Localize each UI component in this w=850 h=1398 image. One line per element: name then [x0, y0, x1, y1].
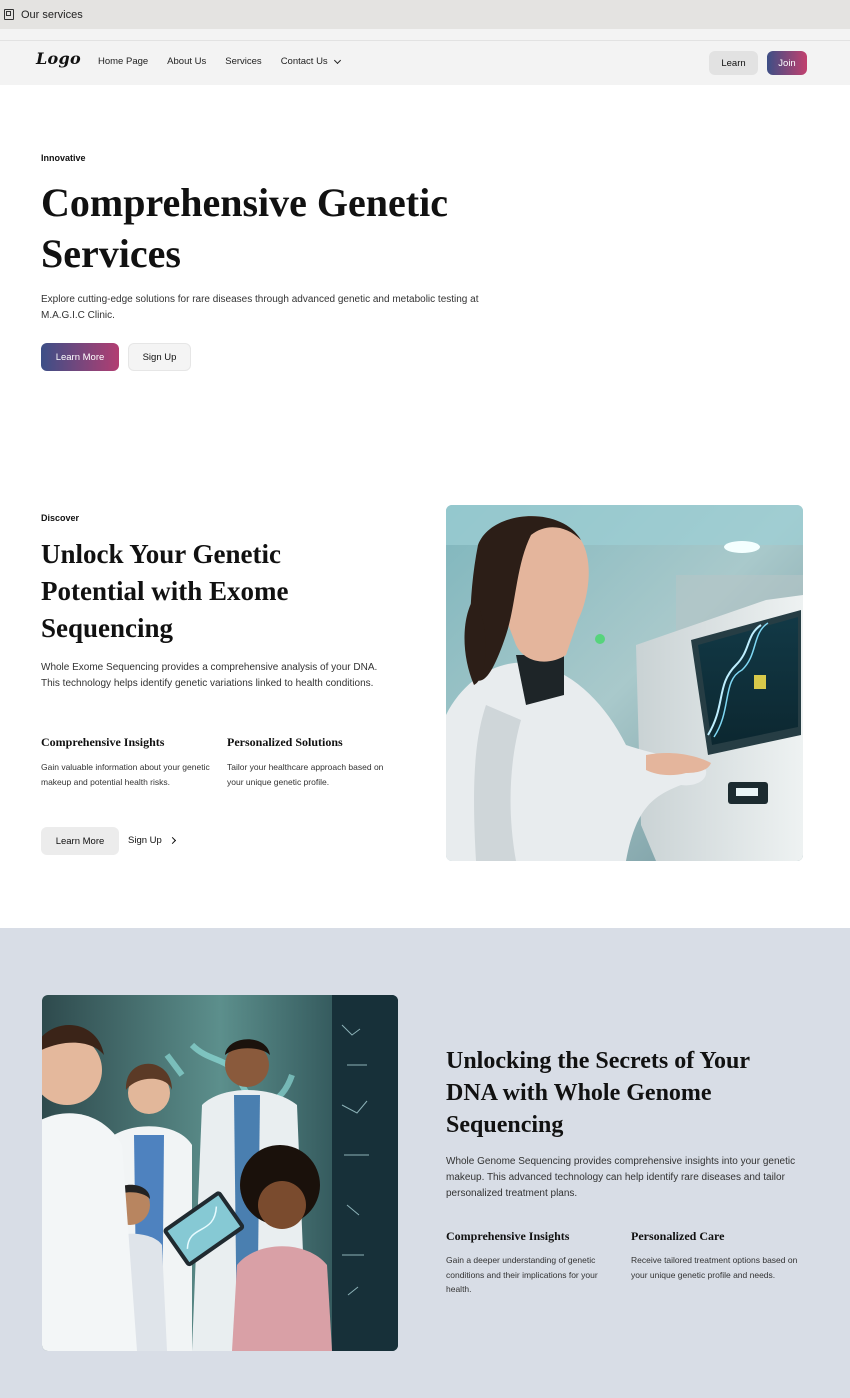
- scientist-illustration: [446, 505, 803, 861]
- site-navbar: Logo Home Page About Us Services Contact…: [0, 41, 850, 85]
- genome-title: Unlocking the Secrets of Your DNA with W…: [446, 1048, 750, 1138]
- chevron-right-icon: [168, 836, 176, 845]
- exome-description: Whole Exome Sequencing provides a compre…: [41, 662, 378, 689]
- hero-title: Comprehensive Genetic Services: [41, 180, 448, 276]
- tab-title: Our services: [21, 8, 83, 21]
- exome-sign-up-label: Sign Up: [128, 835, 162, 846]
- nav-link-home[interactable]: Home Page: [98, 56, 148, 67]
- nav-links: Home Page About Us Services Contact Us: [98, 56, 341, 67]
- hero-description: Explore cutting-edge solutions for rare …: [41, 294, 479, 321]
- exome-feature-text-2: Tailor your healthcare approach based on…: [227, 762, 384, 787]
- browser-tab[interactable]: Our services: [0, 0, 850, 29]
- exome-eyebrow: Discover: [41, 513, 80, 523]
- chevron-down-icon: [333, 56, 341, 64]
- hero-learn-more-button[interactable]: Learn More: [41, 343, 119, 371]
- genome-feature-text-1: Gain a deeper understanding of genetic c…: [446, 1255, 598, 1294]
- family-illustration: [42, 995, 398, 1351]
- family-doctors-image: [42, 995, 398, 1351]
- genome-feature-title-2: Personalized Care: [631, 1229, 725, 1243]
- exome-sign-up-link[interactable]: Sign Up: [128, 835, 176, 846]
- page-tab-icon: [4, 9, 14, 20]
- join-button[interactable]: Join: [767, 51, 807, 75]
- nav-dropdown-contact[interactable]: Contact Us: [280, 56, 341, 67]
- genome-description: Whole Genome Sequencing provides compreh…: [446, 1156, 796, 1199]
- nav-link-contact: Contact Us: [280, 56, 328, 67]
- tab-divider: [0, 29, 850, 41]
- exome-feature-title-1: Comprehensive Insights: [41, 735, 165, 749]
- exome-title: Unlock Your Genetic Potential with Exome…: [41, 539, 289, 643]
- nav-link-services[interactable]: Services: [225, 56, 261, 67]
- genome-feature-title-1: Comprehensive Insights: [446, 1229, 570, 1243]
- scientist-lab-image: [446, 505, 803, 861]
- learn-button[interactable]: Learn: [709, 51, 758, 75]
- hero-eyebrow: Innovative: [41, 153, 86, 163]
- genome-feature-text-2: Receive tailored treatment options based…: [631, 1255, 798, 1280]
- site-logo[interactable]: Logo: [36, 49, 81, 68]
- exome-learn-more-button[interactable]: Learn More: [41, 827, 119, 855]
- exome-feature-text-1: Gain valuable information about your gen…: [41, 762, 210, 787]
- exome-feature-title-2: Personalized Solutions: [227, 735, 343, 749]
- hero-sign-up-button[interactable]: Sign Up: [128, 343, 191, 371]
- nav-link-about[interactable]: About Us: [167, 56, 206, 67]
